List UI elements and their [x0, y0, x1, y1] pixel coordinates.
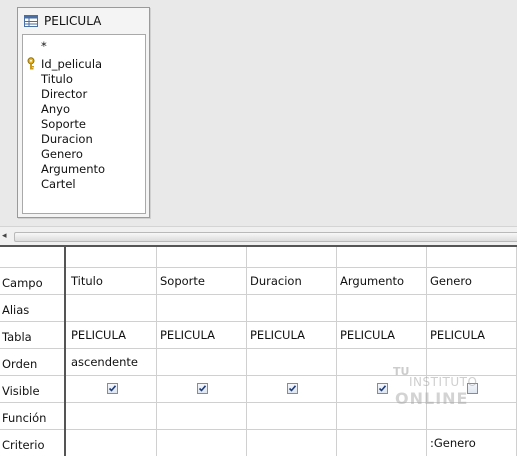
- column-divider: [156, 247, 157, 456]
- campo-cell[interactable]: Duracion: [250, 274, 302, 288]
- row-divider: [0, 429, 517, 430]
- query-design-area[interactable]: PELICULA * Id_pelicula Titulo Director A…: [0, 0, 517, 226]
- field-item-all[interactable]: *: [41, 39, 47, 54]
- field-item-argumento[interactable]: Argumento: [41, 162, 105, 177]
- checkmark-icon: [108, 385, 117, 392]
- field-item-anyo[interactable]: Anyo: [41, 102, 70, 117]
- row-divider: [0, 267, 517, 268]
- column-divider: [246, 247, 247, 456]
- field-item-soporte[interactable]: Soporte: [41, 117, 86, 132]
- table-window-header[interactable]: PELICULA: [18, 8, 149, 34]
- criterio-cell[interactable]: :Genero: [430, 436, 476, 450]
- orden-cell[interactable]: ascendente: [71, 355, 138, 369]
- field-list[interactable]: * Id_pelicula Titulo Director Anyo Sopor…: [22, 34, 146, 214]
- scroll-left-icon[interactable]: ◂: [2, 231, 7, 241]
- row-divider: [0, 348, 517, 349]
- tabla-cell[interactable]: PELICULA: [430, 328, 485, 342]
- scrollbar-thumb[interactable]: [14, 232, 517, 242]
- field-item-duracion[interactable]: Duracion: [41, 132, 93, 147]
- row-label-tabla: Tabla: [2, 330, 32, 344]
- campo-cell[interactable]: Genero: [430, 274, 472, 288]
- campo-cell[interactable]: Titulo: [71, 274, 103, 288]
- watermark-line1: TU: [393, 365, 410, 378]
- table-icon: [24, 15, 38, 27]
- field-item-genero[interactable]: Genero: [41, 147, 83, 162]
- column-divider: [426, 247, 427, 456]
- row-label-campo: Campo: [2, 276, 43, 290]
- watermark-line3: ONLINE: [395, 389, 469, 408]
- table-window-title: PELICULA: [44, 14, 102, 28]
- checkmark-icon: [198, 385, 207, 392]
- tabla-cell[interactable]: PELICULA: [250, 328, 305, 342]
- row-label-visible: Visible: [2, 384, 40, 398]
- row-divider: [0, 294, 517, 295]
- watermark-logo: TU INSTITUTO ONLINE: [385, 360, 485, 410]
- checkmark-icon: [288, 385, 297, 392]
- tabla-cell[interactable]: PELICULA: [340, 328, 395, 342]
- row-label-criterio: Criterio: [2, 438, 45, 452]
- field-item-titulo[interactable]: Titulo: [41, 72, 73, 87]
- row-label-alias: Alias: [2, 303, 30, 317]
- row-label-funcion: Función: [2, 411, 47, 425]
- query-grid: Campo Alias Tabla Orden Visible Función …: [0, 245, 517, 456]
- column-divider: [336, 247, 337, 456]
- visible-checkbox[interactable]: [197, 383, 208, 394]
- visible-checkbox[interactable]: [107, 383, 118, 394]
- tabla-cell[interactable]: PELICULA: [160, 328, 215, 342]
- row-divider: [0, 321, 517, 322]
- tabla-cell[interactable]: PELICULA: [71, 328, 126, 342]
- row-label-orden: Orden: [2, 357, 38, 371]
- primary-key-icon: [27, 57, 35, 70]
- field-item-director[interactable]: Director: [41, 87, 87, 102]
- field-item-cartel[interactable]: Cartel: [41, 177, 76, 192]
- horizontal-scrollbar[interactable]: ◂: [0, 226, 517, 245]
- watermark-line2: INSTITUTO: [409, 375, 478, 389]
- campo-cell[interactable]: Argumento: [340, 274, 404, 288]
- table-window-pelicula[interactable]: PELICULA * Id_pelicula Titulo Director A…: [17, 7, 150, 218]
- field-item-id-pelicula[interactable]: Id_pelicula: [41, 57, 102, 72]
- campo-cell[interactable]: Soporte: [160, 274, 205, 288]
- visible-checkbox[interactable]: [287, 383, 298, 394]
